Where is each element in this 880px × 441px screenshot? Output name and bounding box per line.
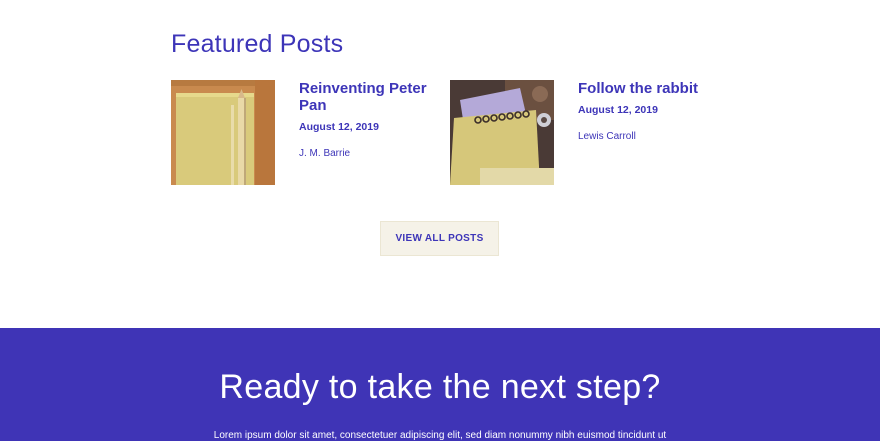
post-author-link[interactable]: Lewis Carroll	[578, 131, 720, 142]
section-title: Featured Posts	[171, 30, 344, 58]
post-title-link[interactable]: Follow the rabbit	[578, 80, 720, 97]
cta-section: Ready to take the next step? Lorem ipsum…	[0, 328, 880, 441]
post-date: August 12, 2019	[299, 121, 379, 133]
cta-heading: Ready to take the next step?	[219, 368, 661, 406]
post-thumbnail[interactable]	[450, 80, 554, 185]
cta-description: Lorem ipsum dolor sit amet, consectetuer…	[213, 430, 667, 441]
post-thumbnail[interactable]	[171, 80, 275, 185]
post-title-link[interactable]: Reinventing Peter Pan	[299, 80, 441, 114]
view-all-posts-button[interactable]: VIEW ALL POSTS	[380, 221, 499, 256]
post-author-link[interactable]: J. M. Barrie	[299, 148, 441, 159]
post-info: Reinventing Peter Pan August 12, 2019 J.…	[299, 80, 441, 159]
featured-posts-section: Featured Posts Reinventing Peter Pan Aug…	[0, 0, 880, 328]
post-info: Follow the rabbit August 12, 2019 Lewis …	[578, 80, 720, 142]
post-card: Reinventing Peter Pan August 12, 2019 J.…	[171, 80, 441, 185]
post-card: Follow the rabbit August 12, 2019 Lewis …	[450, 80, 720, 185]
post-date: August 12, 2019	[578, 104, 658, 116]
